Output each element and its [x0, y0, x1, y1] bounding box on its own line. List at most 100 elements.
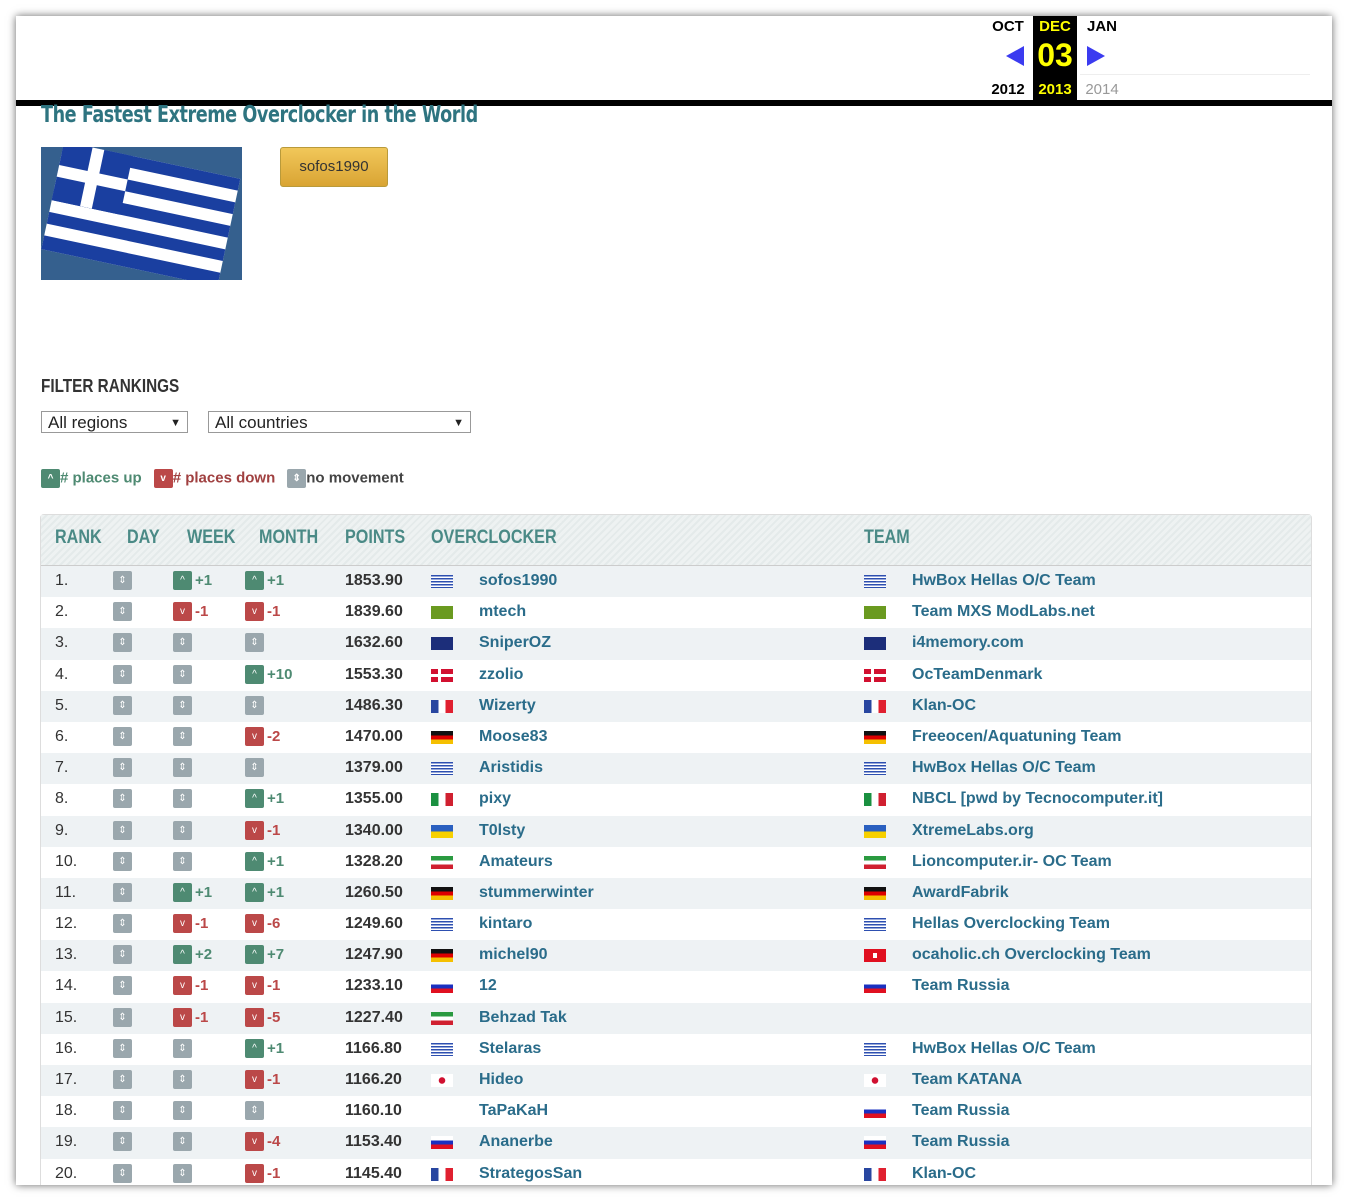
overclocker-link[interactable]: Ananerbe [479, 1133, 553, 1151]
month-change: +1 [267, 1039, 285, 1057]
down-icon: v [173, 914, 192, 934]
down-icon: v [153, 469, 173, 488]
table-row: 3. ⇕ ⇕ ⇕ 1632.60 SniperOZ i4memory.com [41, 628, 1311, 660]
table-row: 7. ⇕ ⇕ ⇕ 1379.00 Aristidis HwBox Hellas O/C Te… [41, 753, 1311, 785]
overclocker-link[interactable]: TaPaKaH [479, 1102, 548, 1120]
overclocker-link[interactable]: stummerwinter [479, 884, 594, 902]
country-flag-icon [431, 886, 453, 900]
up-icon: ^ [245, 664, 264, 684]
team-flag-icon [864, 886, 886, 900]
month-change: -1 [267, 1164, 281, 1182]
overclocker-link[interactable]: Moose83 [479, 728, 547, 746]
team-link[interactable]: HwBox Hellas O/C Team [912, 759, 1096, 777]
overclocker-link[interactable]: Behzad Tak [479, 1009, 567, 1027]
down-icon: v [245, 726, 264, 746]
points: 1260.50 [345, 883, 403, 901]
team-link[interactable]: HwBox Hellas O/C Team [912, 1040, 1096, 1058]
team-link[interactable]: NBCL [pwd by Tecnocomputer.it] [912, 790, 1163, 808]
points: 1355.00 [345, 790, 403, 808]
team-link[interactable]: Klan-OC [912, 1165, 976, 1183]
no-move-icon: ⇕ [173, 1132, 192, 1152]
next-year-label[interactable]: 2014 [1080, 81, 1124, 98]
team-link[interactable]: Lioncomputer.ir- OC Team [912, 853, 1112, 871]
overclocker-link[interactable]: T0lsty [479, 822, 525, 840]
country-flag-icon [431, 668, 453, 682]
no-move-icon: ⇕ [173, 789, 192, 809]
month-change: -1 [267, 603, 281, 621]
team-flag-icon [864, 1105, 886, 1119]
prev-year-label[interactable]: 2012 [986, 81, 1030, 98]
col-week[interactable]: WEEK [187, 527, 235, 549]
col-rank[interactable]: RANK [55, 527, 102, 549]
month-change: -1 [267, 977, 281, 995]
team-link[interactable]: Team MXS ModLabs.net [912, 603, 1095, 621]
down-icon: v [245, 1163, 264, 1183]
winner-badge[interactable]: sofos1990 [280, 147, 388, 187]
team-link[interactable]: Team KATANA [912, 1071, 1022, 1089]
team-flag-icon [864, 730, 886, 744]
team-link[interactable]: Hellas Overclocking Team [912, 915, 1110, 933]
overclocker-link[interactable]: pixy [479, 790, 511, 808]
overclocker-link[interactable]: kintaro [479, 915, 532, 933]
up-icon: ^ [173, 882, 192, 902]
month-change: +10 [267, 665, 293, 683]
col-overclocker[interactable]: OVERCLOCKER [431, 527, 557, 549]
country-flag-icon [431, 575, 453, 588]
col-team[interactable]: TEAM [864, 527, 910, 549]
up-icon: ^ [245, 945, 264, 965]
next-month[interactable]: JAN 2014 [1080, 16, 1124, 100]
col-month[interactable]: MONTH [259, 527, 318, 549]
team-link[interactable]: AwardFabrik [912, 884, 1009, 902]
month-change: -2 [267, 727, 281, 745]
country-flag-icon [431, 1136, 453, 1150]
team-link[interactable]: Team Russia [912, 977, 1010, 995]
overclocker-link[interactable]: Hideo [479, 1071, 523, 1089]
team-link[interactable]: OcTeamDenmark [912, 666, 1042, 684]
overclocker-link[interactable]: mtech [479, 603, 526, 621]
overclocker-link[interactable]: Stelaras [479, 1040, 541, 1058]
team-link[interactable]: Team Russia [912, 1102, 1010, 1120]
team-link[interactable]: Klan-OC [912, 697, 976, 715]
table-row: 8. ⇕ ⇕ ^ +1 1355.00 pixy NBCL [pwd by Tecnocomp… [41, 784, 1311, 815]
legend-down: # places down [172, 469, 276, 487]
week-change: -1 [195, 603, 209, 621]
overclocker-link[interactable]: michel90 [479, 946, 547, 964]
team-link[interactable]: Team Russia [912, 1133, 1010, 1151]
team-link[interactable]: Freeocen/Aquatuning Team [912, 728, 1122, 746]
overclocker-link[interactable]: zzolio [479, 666, 523, 684]
region-value: All regions [48, 413, 128, 432]
overclocker-link[interactable]: 12 [479, 977, 497, 995]
team-flag-icon [864, 918, 886, 932]
overclocker-link[interactable]: Wizerty [479, 697, 536, 715]
country-flag-icon [431, 949, 453, 963]
col-points[interactable]: POINTS [345, 527, 405, 549]
no-move-icon: ⇕ [287, 469, 307, 488]
greece-flag-image [41, 147, 242, 280]
points: 1486.30 [345, 696, 403, 714]
table-row: 13. ⇕ ^ +2 ^ +7 1247.90 michel90 ocaholic.ch Ove… [41, 940, 1311, 972]
team-link[interactable]: ocaholic.ch Overclocking Team [912, 946, 1151, 964]
overclocker-link[interactable]: sofos1990 [479, 572, 557, 590]
col-day[interactable]: DAY [127, 527, 160, 549]
up-icon: ^ [173, 571, 192, 590]
no-move-icon: ⇕ [173, 1038, 192, 1058]
overclocker-link[interactable]: Amateurs [479, 853, 553, 871]
team-link[interactable]: HwBox Hellas O/C Team [912, 572, 1096, 590]
prev-arrow-icon[interactable] [1006, 46, 1024, 66]
overclocker-link[interactable]: Aristidis [479, 759, 543, 777]
overclocker-link[interactable]: SniperOZ [479, 634, 551, 652]
region-select[interactable]: All regions ▼ [41, 411, 188, 433]
country-flag-icon [431, 855, 453, 869]
points: 1249.60 [345, 915, 403, 933]
country-select[interactable]: All countries ▼ [208, 411, 471, 433]
rank: 4. [55, 665, 69, 683]
team-flag-icon [864, 855, 886, 869]
current-month: DEC [1039, 18, 1071, 35]
team-link[interactable]: i4memory.com [912, 634, 1024, 652]
table-row: 14. ⇕ v -1 v -1 1233.10 12 Team Russia [41, 971, 1311, 1002]
month-change: -5 [267, 1008, 281, 1026]
rank: 19. [55, 1133, 78, 1151]
no-move-icon: ⇕ [113, 633, 132, 653]
overclocker-link[interactable]: StrategosSan [479, 1165, 582, 1183]
team-link[interactable]: XtremeLabs.org [912, 822, 1034, 840]
